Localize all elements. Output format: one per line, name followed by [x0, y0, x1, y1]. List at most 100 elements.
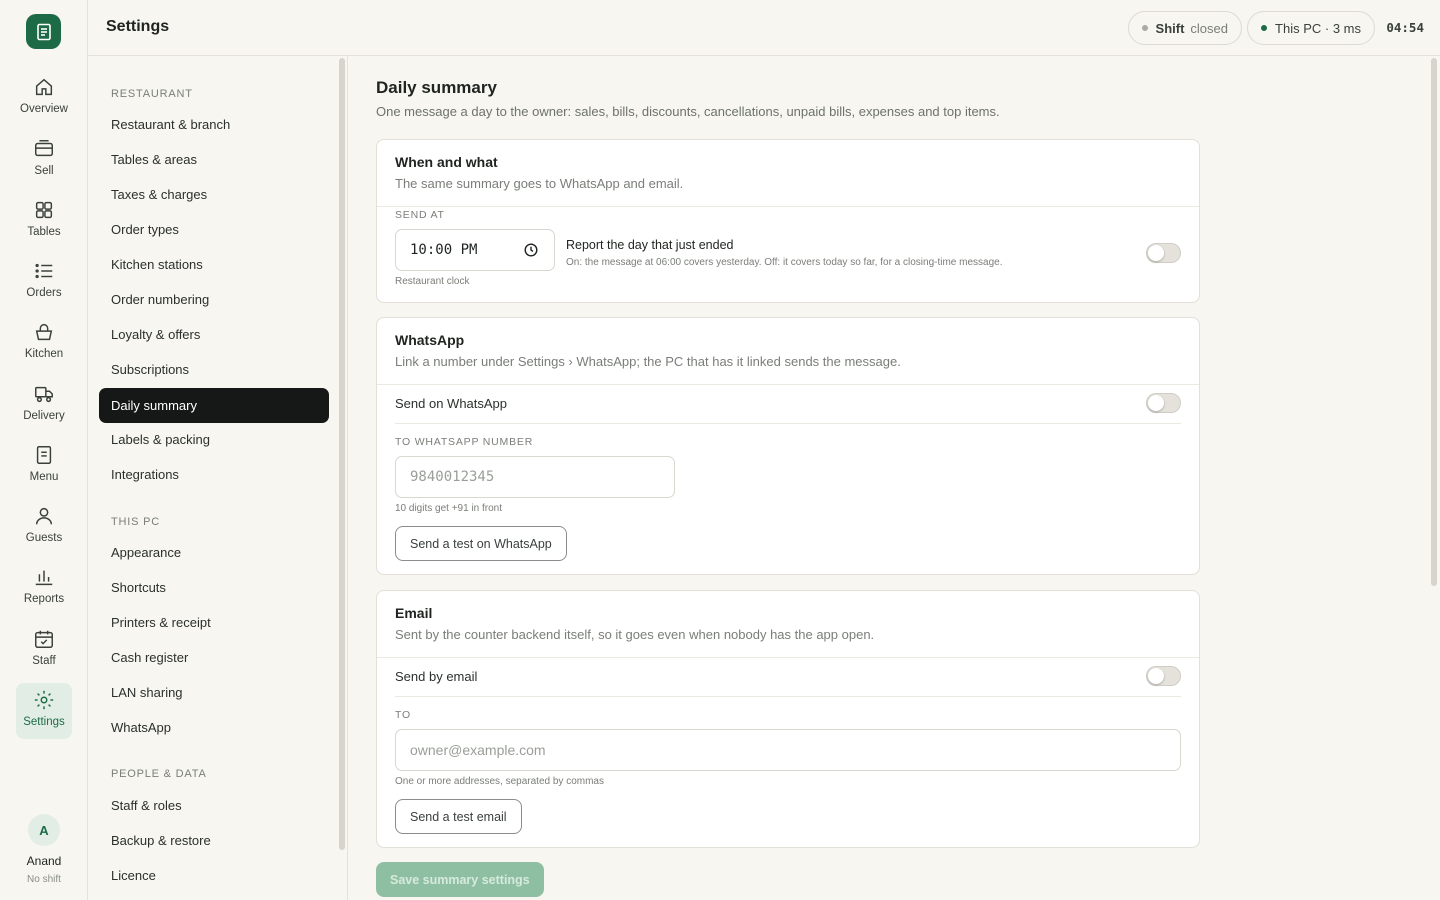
nav-item-shortcuts[interactable]: Shortcuts: [99, 570, 329, 605]
clock: 04:54: [1386, 20, 1424, 35]
whatsapp-number-input[interactable]: 9840012345: [395, 456, 675, 498]
time-value: 10:00 PM: [410, 242, 478, 258]
email-card: Email Sent by the counter backend itself…: [376, 590, 1200, 848]
rail-label: Kitchen: [24, 348, 64, 360]
rail-item-guests[interactable]: Guests: [16, 499, 72, 555]
save-summary-button[interactable]: Save summary settings: [376, 862, 544, 897]
rail-item-delivery[interactable]: Delivery: [16, 377, 72, 433]
nav-section-title: PEOPLE & DATA: [111, 768, 207, 780]
send-whatsapp-label: Send on WhatsApp: [395, 396, 508, 411]
rail-item-settings[interactable]: Settings: [16, 683, 72, 739]
nav-item-staff-roles[interactable]: Staff & roles: [99, 788, 329, 823]
card-subtitle: Link a number under Settings › WhatsApp;…: [395, 354, 901, 369]
avatar[interactable]: A: [28, 814, 60, 846]
status-dot-icon: [1141, 25, 1148, 31]
shift-status: closed: [1190, 20, 1228, 36]
send-test-email-button[interactable]: Send a test email: [395, 799, 522, 834]
rail-label: Guests: [25, 532, 63, 544]
send-email-toggle[interactable]: [1146, 666, 1181, 686]
send-test-whatsapp-button[interactable]: Send a test on WhatsApp: [395, 526, 567, 561]
whatsapp-number-label: TO WHATSAPP NUMBER: [395, 436, 534, 448]
user-profile[interactable]: A Anand No shift: [0, 814, 88, 885]
app-rail: Overview Sell Tables Orders Kitchen Deli…: [0, 0, 88, 900]
rail-label: Orders: [26, 287, 62, 299]
online-dot-icon: [1261, 25, 1268, 31]
input-placeholder: owner@example.com: [410, 742, 546, 758]
email-to-label: TO: [395, 709, 411, 721]
rail-item-orders[interactable]: Orders: [16, 254, 72, 310]
pc-status-pill[interactable]: This PC · 3 ms: [1247, 11, 1375, 45]
page-title: Settings: [106, 18, 170, 35]
settings-nav: RESTAURANT Restaurant & branch Tables & …: [88, 56, 348, 900]
card-title: Email: [395, 605, 433, 621]
main-scrollbar[interactable]: [1431, 58, 1437, 586]
nav-item-tables-areas[interactable]: Tables & areas: [99, 142, 329, 177]
user-name: Anand: [26, 854, 62, 868]
whatsapp-number-hint: 10 digits get +91 in front: [395, 503, 503, 514]
card-title: When and what: [395, 154, 498, 170]
send-whatsapp-toggle[interactable]: [1146, 393, 1181, 413]
email-to-hint: One or more addresses, separated by comm…: [395, 776, 604, 787]
section-description: One message a day to the owner: sales, b…: [376, 104, 1000, 119]
nav-item-backup-restore[interactable]: Backup & restore: [99, 823, 329, 858]
report-toggle-title: Report the day that just ended: [566, 238, 734, 252]
rail-label: Staff: [32, 655, 56, 667]
send-at-time-input[interactable]: 10:00 PM: [395, 229, 555, 271]
nav-item-daily-summary[interactable]: Daily summary: [99, 388, 329, 423]
nav-item-licence[interactable]: Licence: [99, 858, 329, 893]
main-content: Daily summary One message a day to the o…: [348, 56, 1440, 900]
card-subtitle: The same summary goes to WhatsApp and em…: [395, 176, 684, 191]
divider: [395, 696, 1181, 697]
sun-gear-icon: [34, 690, 54, 710]
truck-icon: [35, 386, 53, 403]
nav-item-integrations[interactable]: Integrations: [99, 457, 329, 492]
nav-item-kitchen-stations[interactable]: Kitchen stations: [99, 247, 329, 282]
card-subtitle: Sent by the counter backend itself, so i…: [395, 627, 875, 642]
nav-item-subscriptions[interactable]: Subscriptions: [99, 352, 329, 387]
when-card: When and what The same summary goes to W…: [376, 139, 1200, 303]
nav-item-printers-receipt[interactable]: Printers & receipt: [99, 605, 329, 640]
list-icon: [35, 263, 53, 279]
nav-item-whatsapp[interactable]: WhatsApp: [99, 710, 329, 745]
basket-icon: [35, 323, 53, 341]
home-icon: [35, 78, 53, 96]
shift-status-pill[interactable]: Shift closed: [1127, 11, 1242, 45]
report-day-ended-toggle[interactable]: [1146, 243, 1181, 263]
pc-status: This PC · 3 ms: [1275, 20, 1361, 36]
rail-item-overview[interactable]: Overview: [16, 70, 72, 126]
send-at-label: SEND AT: [395, 209, 445, 221]
rail-label: Sell: [34, 165, 54, 177]
rail-label: Tables: [27, 226, 61, 238]
nav-item-lan-sharing[interactable]: LAN sharing: [99, 675, 329, 710]
rail-item-reports[interactable]: Reports: [16, 560, 72, 616]
nav-item-restaurant-branch[interactable]: Restaurant & branch: [99, 107, 329, 142]
email-to-input[interactable]: owner@example.com: [395, 729, 1181, 771]
nav-item-order-numbering[interactable]: Order numbering: [99, 282, 329, 317]
nav-section-title: RESTAURANT: [111, 88, 193, 100]
nav-item-loyalty-offers[interactable]: Loyalty & offers: [99, 317, 329, 352]
rail-item-menu[interactable]: Menu: [16, 438, 72, 494]
shift-label: Shift: [1155, 20, 1185, 36]
rail-item-sell[interactable]: Sell: [16, 132, 72, 188]
nav-item-cash-register[interactable]: Cash register: [99, 640, 329, 675]
menu-doc-icon: [36, 446, 52, 464]
divider: [395, 423, 1181, 424]
clock-icon[interactable]: [524, 243, 538, 257]
nav-item-order-types[interactable]: Order types: [99, 212, 329, 247]
divider: [377, 206, 1199, 207]
divider: [377, 657, 1199, 658]
nav-item-appearance[interactable]: Appearance: [99, 535, 329, 570]
send-email-label: Send by email: [395, 669, 478, 684]
rail-item-staff[interactable]: Staff: [16, 622, 72, 678]
input-placeholder: 9840012345: [410, 469, 495, 485]
divider: [377, 384, 1199, 385]
bar-chart-icon: [35, 570, 53, 586]
rail-item-tables[interactable]: Tables: [16, 193, 72, 249]
nav-item-labels-packing[interactable]: Labels & packing: [99, 422, 329, 457]
nav-scrollbar[interactable]: [339, 58, 345, 850]
clock-hint: Restaurant clock: [395, 276, 470, 287]
rail-label: Delivery: [23, 410, 65, 422]
rail-item-kitchen[interactable]: Kitchen: [16, 315, 72, 371]
app-logo[interactable]: [26, 14, 61, 49]
nav-item-taxes-charges[interactable]: Taxes & charges: [99, 177, 329, 212]
